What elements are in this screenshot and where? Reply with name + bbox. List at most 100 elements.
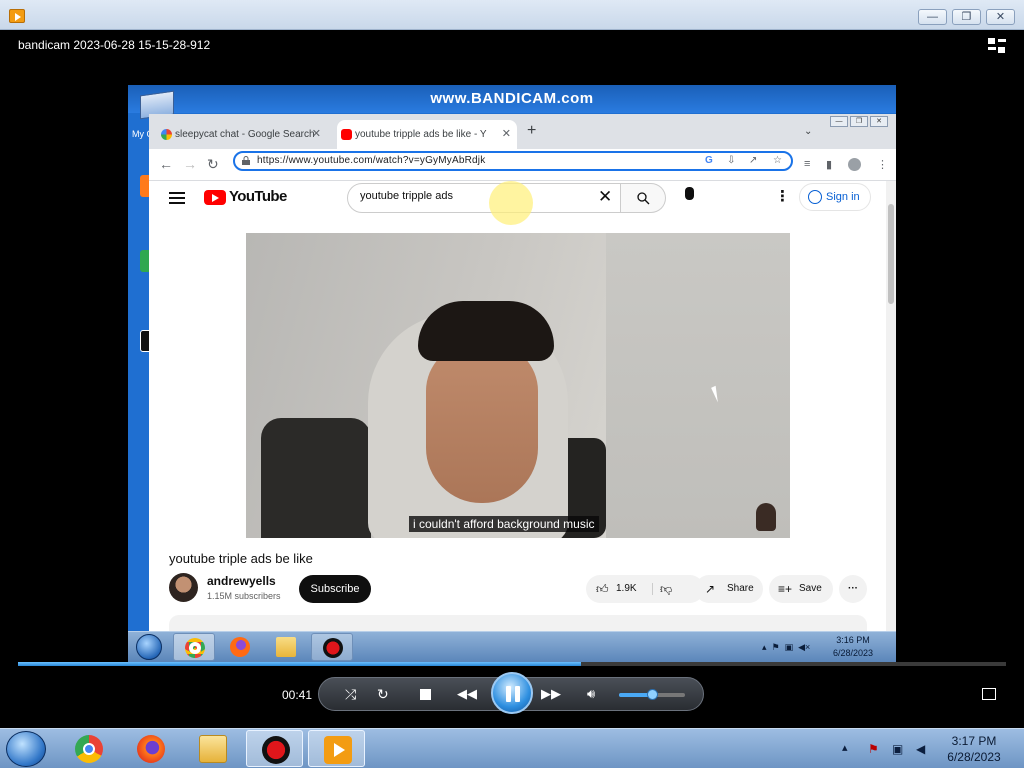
google-icon [161,129,172,140]
network-icon[interactable]: ▣ [892,742,906,756]
taskbar-item-firefox [219,633,261,661]
playback-controls: ⤮ ↻ ◀◀ ▶▶ 🔊︎ [318,672,704,714]
bandicam-icon [323,638,343,658]
minimize-button[interactable]: — [918,9,947,25]
taskbar-item-explorer[interactable] [184,730,241,767]
start-button [136,634,162,660]
microphone-icon[interactable] [685,187,694,200]
pause-icon [515,686,520,702]
share-label: Share [727,583,754,594]
clock-date: 6/28/2023 [947,750,1001,764]
subscribe-button[interactable]: Subscribe [299,575,371,603]
channel-watermark[interactable] [756,503,776,531]
side-panel-icon[interactable]: ▮ [826,158,832,171]
repeat-icon[interactable]: ↻ [377,686,389,703]
sign-in-button[interactable]: Sign in [799,183,871,211]
back-icon[interactable]: ← [159,156,173,172]
browser-menu-icon[interactable]: ⋮ [877,158,888,171]
settings-dots-icon[interactable]: ⋮ [775,187,790,205]
bookmark-star-icon[interactable]: ☆ [773,155,782,166]
show-hidden-icons[interactable]: ▴ [842,741,848,754]
browser-close-button[interactable]: ✕ [870,116,888,127]
share-icon[interactable]: ↗ [749,155,757,166]
browser-maximize-button[interactable]: ❐ [850,116,868,127]
shuffle-icon[interactable]: ⤮ [345,686,356,703]
search-icon [637,192,650,205]
window-titlebar[interactable]: — ❐ ✕ [0,0,1024,30]
firefox-icon [137,735,165,763]
address-bar[interactable]: https://www.youtube.com/watch?v=yGyMyAbR… [233,151,793,171]
more-actions-button[interactable]: ··· [839,575,867,603]
firefox-icon [230,637,250,657]
volume-muted-icon[interactable]: ◀ [916,742,930,756]
pause-icon [506,686,511,702]
browser-minimize-button[interactable]: — [830,116,848,127]
taskbar-item-bandicut-player[interactable] [308,730,365,767]
youtube-page: YouTube youtube tripple ads ✕ ⋮ Sign in [149,181,886,662]
action-center-icon[interactable]: ⚑ [868,742,882,756]
stop-icon[interactable] [420,689,431,700]
maximize-button[interactable]: ❐ [952,9,981,25]
rewind-icon[interactable]: ◀◀ [457,686,477,702]
share-button[interactable]: ↗ Share [695,575,763,603]
taskbar-item-chrome[interactable] [60,730,117,767]
save-label: Save [799,583,822,594]
tab-title: sleepycat chat - Google Search [175,129,315,140]
account-icon [808,190,822,204]
lock-icon[interactable] [242,156,250,165]
like-dislike-group: 👍︎ 1.9K 👎︎ [586,575,704,603]
close-button[interactable]: ✕ [986,9,1015,25]
recorded-desktop: www.BANDICAM.com My C sleepycat chat - G… [128,85,896,662]
install-icon[interactable]: ⇩ [727,155,735,166]
clear-search-icon[interactable]: ✕ [598,187,612,207]
tab-google-search[interactable]: sleepycat chat - Google Search ✕ [157,120,327,149]
file-explorer-icon [199,735,227,763]
reading-list-icon[interactable]: ≡ [804,158,810,170]
fast-forward-icon[interactable]: ▶▶ [541,686,561,702]
hamburger-menu-icon[interactable] [169,192,185,204]
google-lens-icon[interactable]: G [705,155,713,166]
url-text: https://www.youtube.com/watch?v=yGyMyAbR… [257,155,486,166]
volume-knob[interactable] [647,689,658,700]
channel-avatar[interactable] [169,573,198,602]
layout-toggle-icon[interactable] [988,38,1006,54]
youtube-logo-text[interactable]: YouTube [229,188,287,205]
close-tab-icon[interactable]: ✕ [502,120,511,149]
sign-in-label: Sign in [826,191,860,203]
fullscreen-icon[interactable] [982,688,996,700]
taskbar-item-chrome [173,633,215,661]
chrome-icon [185,638,205,658]
video-title: youtube triple ads be like [169,551,313,566]
volume-icon[interactable]: 🔊︎ [587,686,595,702]
search-query: youtube tripple ads [360,190,453,202]
search-button[interactable] [621,183,666,213]
taskbar-item-firefox[interactable] [122,730,179,767]
system-clock[interactable]: 3:17 PM 6/28/2023 [940,733,1008,765]
taskbar-item-bandicam[interactable] [246,730,303,767]
bandicut-player-icon [324,736,352,764]
video-frame[interactable]: i couldn't afford background music [246,233,790,538]
video-subtitle: i couldn't afford background music [409,516,599,532]
dislike-icon[interactable]: 👎︎ [660,575,672,603]
youtube-logo-icon[interactable] [204,190,226,205]
tab-search-icon[interactable]: ⌄ [804,126,812,137]
taskbar-item-bandicam [311,633,353,661]
profile-icon[interactable] [848,158,861,171]
close-tab-icon[interactable]: ✕ [312,120,321,149]
scrollbar-thumb[interactable] [888,204,894,304]
like-count[interactable]: 1.9K [616,575,637,603]
youtube-search-input[interactable]: youtube tripple ads ✕ [347,183,621,213]
like-icon[interactable]: 👍︎ [596,575,609,603]
chrome-browser-window: sleepycat chat - Google Search ✕ youtube… [149,114,896,662]
forward-icon[interactable]: → [183,156,197,172]
clock-time: 3:17 PM [951,734,997,748]
bandicam-watermark: www.BANDICAM.com [128,85,896,113]
tab-youtube[interactable]: youtube tripple ads be like - Y ✕ [337,120,517,149]
start-button[interactable] [6,731,46,767]
new-tab-button[interactable]: + [527,122,536,140]
pause-button[interactable] [491,672,533,714]
reload-icon[interactable]: ↻ [207,156,219,173]
save-button[interactable]: ≡+ Save [769,575,833,603]
file-title: bandicam 2023-06-28 15-15-28-912 [18,38,211,52]
channel-name[interactable]: andrewyells [207,574,276,588]
